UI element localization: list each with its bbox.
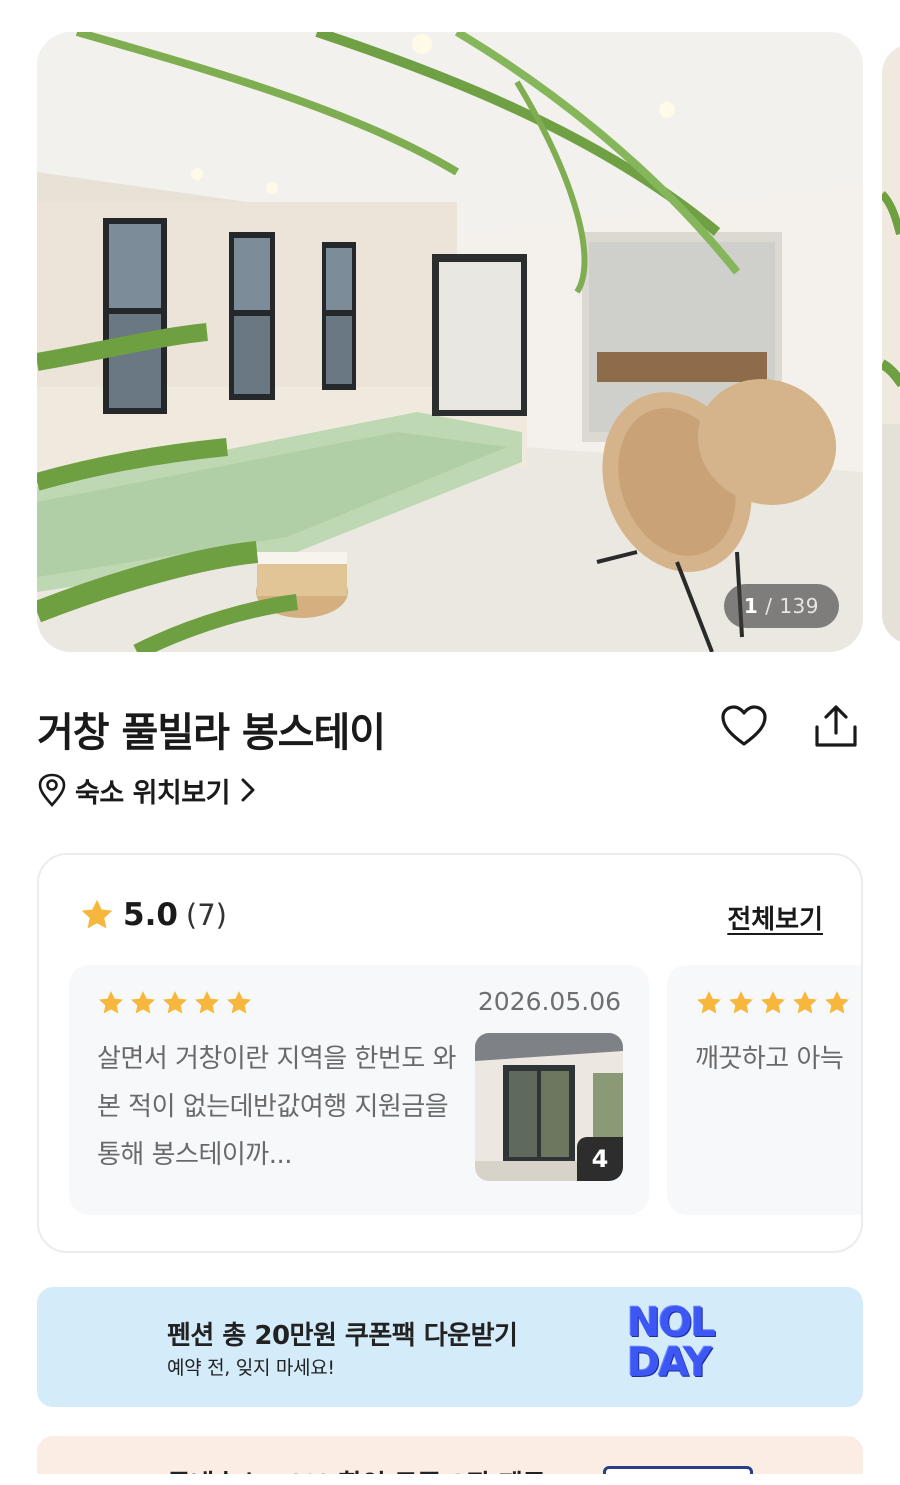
photo-counter-current: 1 bbox=[743, 594, 759, 618]
review-summary-card: 5.0 (7) 전체보기 2026.05.06 살면서 거창이란 지역을 한번도… bbox=[37, 853, 863, 1253]
review-count: (7) bbox=[185, 898, 228, 932]
review-text: 깨끗하고 아늑 bbox=[695, 1044, 844, 1074]
chevron-right-icon bbox=[241, 778, 255, 802]
star-icon bbox=[227, 991, 251, 1014]
nol-day-logo-line1: NOL bbox=[627, 1300, 716, 1346]
star-icon bbox=[81, 899, 113, 929]
see-all-reviews-link[interactable]: 전체보기 bbox=[727, 899, 823, 936]
share-icon bbox=[815, 705, 857, 747]
share-button[interactable] bbox=[810, 700, 862, 752]
star-icon bbox=[163, 991, 187, 1014]
review-stars bbox=[695, 989, 851, 1017]
star-icon bbox=[761, 991, 785, 1014]
photo-counter-total: 139 bbox=[779, 594, 819, 618]
view-location-label: 숙소 위치보기 bbox=[75, 777, 230, 809]
star-icon bbox=[195, 991, 219, 1014]
review-stars bbox=[97, 989, 253, 1017]
rating-score: 5.0 bbox=[123, 897, 178, 933]
property-title: 거창 풀빌라 봉스테이 bbox=[37, 710, 386, 756]
review-date: 2026.05.06 bbox=[477, 987, 621, 1016]
wishlist-button[interactable] bbox=[718, 700, 770, 752]
nol-day-logo-line2: DAY bbox=[627, 1340, 712, 1386]
star-icon bbox=[793, 991, 817, 1014]
banner-title: 펜션 총 20만원 쿠폰팩 다운받기 bbox=[167, 1321, 518, 1351]
photo-counter-separator: / bbox=[765, 594, 773, 618]
review-item[interactable]: 2026.05.06 살면서 거창이란 지역을 한번도 와본 적이 없는데반값여… bbox=[69, 965, 649, 1215]
review-text: 살면서 거창이란 지역을 한번도 와본 적이 없는데반값여행 지원금을 통해 봉… bbox=[97, 1044, 456, 1170]
star-icon bbox=[131, 991, 155, 1014]
star-icon bbox=[729, 991, 753, 1014]
map-pin-icon bbox=[38, 773, 66, 807]
star-icon bbox=[825, 991, 849, 1014]
pool-interior-image bbox=[37, 32, 863, 652]
banner-subtitle: 예약 전, 잊지 마세요! bbox=[167, 1357, 335, 1379]
nol-day-logo: NOL DAY bbox=[627, 1303, 727, 1387]
review-photo-thumbnail[interactable]: 4 bbox=[475, 1033, 623, 1181]
view-location-link[interactable]: 숙소 위치보기 bbox=[37, 770, 258, 810]
photo-counter: 1 / 139 bbox=[723, 584, 839, 628]
rating-summary: 5.0 (7) bbox=[79, 897, 227, 933]
photo-gallery[interactable]: 1 / 139 bbox=[0, 0, 900, 660]
star-icon bbox=[697, 991, 721, 1014]
heart-icon bbox=[721, 705, 767, 746]
next-photo-peek[interactable] bbox=[882, 44, 900, 644]
star-icon bbox=[99, 991, 123, 1014]
bottom-edge bbox=[0, 1474, 900, 1485]
review-item[interactable]: 깨끗하고 아늑 bbox=[667, 965, 861, 1215]
coupon-pack-banner[interactable]: 펜션 총 20만원 쿠폰팩 다운받기 예약 전, 잊지 마세요! NOL DAY bbox=[37, 1287, 863, 1407]
review-photo-count: 4 bbox=[577, 1137, 623, 1181]
next-photo-image bbox=[882, 44, 900, 644]
property-photo[interactable]: 1 / 139 bbox=[37, 32, 863, 652]
